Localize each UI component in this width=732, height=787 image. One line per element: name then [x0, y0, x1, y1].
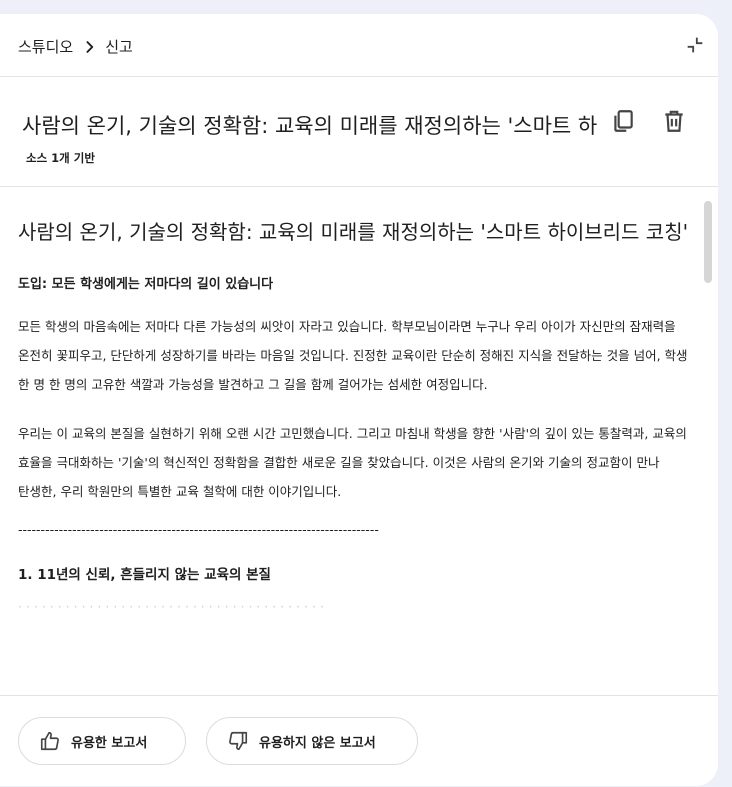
thumbs-up-icon [40, 731, 59, 751]
note-title: 사람의 온기, 기술의 정확함: 교육의 미래를 재정의하는 '스마트 하이브리… [22, 114, 597, 138]
copy-button[interactable] [608, 106, 638, 136]
intro-heading: 도입: 모든 학생에게는 저마다의 길이 있습니다 [18, 277, 274, 292]
sources-label: 소스 1개 기반 [26, 151, 95, 165]
note-header: 사람의 온기, 기술의 정확함: 교육의 미래를 재정의하는 '스마트 하이브리… [0, 76, 718, 187]
panel-topbar: 스튜디오 신고 [0, 14, 718, 77]
not-helpful-report-label: 유용하지 않은 보고서 [259, 735, 376, 751]
report-panel: 스튜디오 신고 사람의 온기, 기술의 정확함: 교육의 미래를 재정의하는 '… [0, 14, 718, 786]
not-helpful-report-button[interactable]: 유용하지 않은 보고서 [206, 717, 418, 765]
chevron-right-icon [86, 40, 94, 53]
breadcrumb-current: 신고 [105, 38, 133, 56]
scrollbar-thumb[interactable] [704, 201, 712, 283]
helpful-report-label: 유용한 보고서 [71, 735, 148, 751]
trash-icon [665, 110, 683, 132]
feedback-footer: 유용한 보고서 유용하지 않은 보고서 [0, 695, 718, 786]
section-1-heading: 1. 11년의 신뢰, 흔들리지 않는 교육의 본질 [18, 567, 271, 583]
document-title: 사람의 온기, 기술의 정확함: 교육의 미래를 재정의하는 '스마트 하이브리… [18, 220, 689, 244]
collapse-icon[interactable] [684, 34, 706, 56]
paragraph-1: 모든 학생의 마음속에는 저마다 다른 가능성의 씨앗이 자라고 있습니다. 학… [18, 319, 688, 392]
delete-button[interactable] [659, 106, 689, 136]
thumbs-down-icon [229, 731, 248, 751]
copy-icon [614, 110, 633, 132]
divider-line: ----------------------------------------… [18, 522, 379, 537]
partially-visible-text: · · · · · · · · · · · · · · · · · · · · … [18, 605, 324, 614]
breadcrumb: 스튜디오 신고 [18, 36, 133, 57]
breadcrumb-studio[interactable]: 스튜디오 [18, 36, 73, 57]
paragraph-2: 우리는 이 교육의 본질을 실현하기 위해 오랜 시간 고민했습니다. 그리고 … [18, 426, 687, 499]
helpful-report-button[interactable]: 유용한 보고서 [18, 717, 186, 765]
report-body: 사람의 온기, 기술의 정확함: 교육의 미래를 재정의하는 '스마트 하이브리… [18, 187, 690, 615]
report-content: 사람의 온기, 기술의 정확함: 교육의 미래를 재정의하는 '스마트 하이브리… [0, 187, 718, 695]
